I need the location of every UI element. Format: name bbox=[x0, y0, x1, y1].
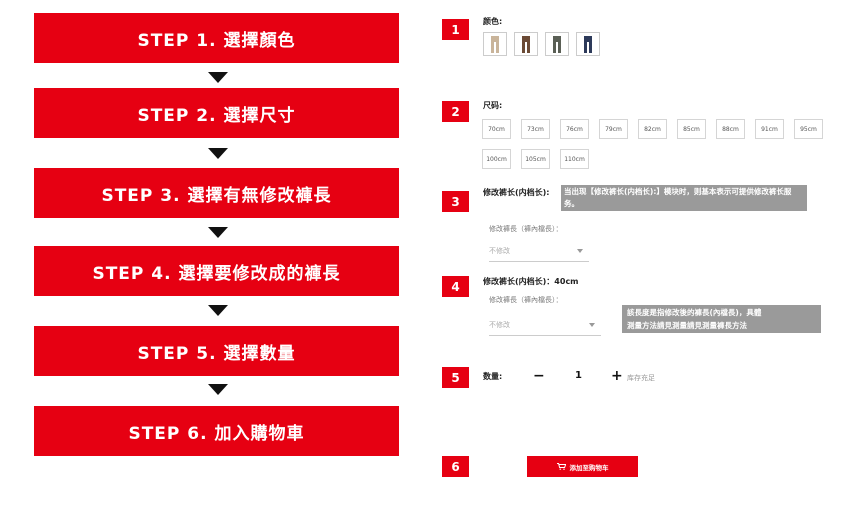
size-option[interactable]: 100cm bbox=[482, 149, 511, 169]
step-1-banner: STEP 1. 選擇顏色 bbox=[34, 13, 399, 63]
pants-icon bbox=[553, 36, 561, 53]
color-label: 颜色: bbox=[483, 17, 503, 26]
qty-label: 数量: bbox=[483, 372, 503, 381]
down-arrow-icon bbox=[208, 305, 228, 316]
badge-1: 1 bbox=[442, 19, 469, 40]
hem-note: 当出现【修改裤长(内档长):】模块时，则基本表示可提供修改裤长服务。 bbox=[561, 185, 807, 211]
hem-select-value: 不修改 bbox=[489, 246, 510, 255]
hem-length-select[interactable]: 不修改 bbox=[489, 314, 601, 336]
qty-value[interactable]: 1 bbox=[575, 370, 582, 381]
chevron-down-icon bbox=[577, 249, 583, 253]
badge-2: 2 bbox=[442, 101, 469, 122]
badge-4: 4 bbox=[442, 276, 469, 297]
qty-minus-button[interactable]: − bbox=[533, 369, 545, 383]
hem-length-select-value: 不修改 bbox=[489, 320, 510, 329]
hem-select[interactable]: 不修改 bbox=[489, 240, 589, 262]
step-6-banner: STEP 6. 加入購物車 bbox=[34, 406, 399, 456]
size-option[interactable]: 70cm bbox=[482, 119, 511, 139]
hem-sub-label: 修改褲長（褲內檔長）： bbox=[489, 225, 563, 233]
size-option[interactable]: 88cm bbox=[716, 119, 745, 139]
hem-length-note-line: 測量方法請見測量請見測量褲長方法 bbox=[627, 321, 747, 330]
step-3-banner: STEP 3. 選擇有無修改褲長 bbox=[34, 168, 399, 218]
hem-length-sub-label: 修改褲長（褲內檔長）： bbox=[489, 296, 563, 304]
add-to-cart-label: 添加至购物车 bbox=[569, 463, 609, 472]
size-option[interactable]: 79cm bbox=[599, 119, 628, 139]
size-option[interactable]: 85cm bbox=[677, 119, 706, 139]
add-to-cart-button[interactable]: 添加至购物车 bbox=[527, 456, 638, 477]
step-4-banner: STEP 4. 選擇要修改成的褲長 bbox=[34, 246, 399, 296]
badge-6: 6 bbox=[442, 456, 469, 477]
size-option[interactable]: 73cm bbox=[521, 119, 550, 139]
size-option[interactable]: 110cm bbox=[560, 149, 589, 169]
chevron-down-icon bbox=[589, 323, 595, 327]
step-2-banner: STEP 2. 選擇尺寸 bbox=[34, 88, 399, 138]
down-arrow-icon bbox=[208, 148, 228, 159]
pants-icon bbox=[491, 36, 499, 53]
size-option[interactable]: 95cm bbox=[794, 119, 823, 139]
size-label: 尺码: bbox=[483, 101, 503, 110]
hem-length-note-line: 該長度是指修改後的褲長(內檔長)，具體 bbox=[627, 308, 762, 317]
stock-status: 库存充足 bbox=[627, 374, 655, 382]
down-arrow-icon bbox=[208, 227, 228, 238]
qty-plus-button[interactable]: + bbox=[611, 369, 623, 383]
step-5-banner: STEP 5. 選擇數量 bbox=[34, 326, 399, 376]
pants-icon bbox=[584, 36, 592, 53]
size-option[interactable]: 91cm bbox=[755, 119, 784, 139]
size-option[interactable]: 105cm bbox=[521, 149, 550, 169]
badge-3: 3 bbox=[442, 191, 469, 212]
down-arrow-icon bbox=[208, 384, 228, 395]
hem-length-label: 修改裤长(内档长)：40cm bbox=[483, 277, 579, 286]
down-arrow-icon bbox=[208, 72, 228, 83]
color-swatch-navy[interactable] bbox=[576, 32, 600, 56]
size-option[interactable]: 76cm bbox=[560, 119, 589, 139]
color-swatch-brown[interactable] bbox=[514, 32, 538, 56]
cart-icon bbox=[556, 463, 566, 470]
size-option[interactable]: 82cm bbox=[638, 119, 667, 139]
hem-length-note: 該長度是指修改後的褲長(內檔長)，具體 測量方法請見測量請見測量褲長方法 bbox=[622, 305, 821, 333]
badge-5: 5 bbox=[442, 367, 469, 388]
color-swatch-olive[interactable] bbox=[545, 32, 569, 56]
color-swatch-beige[interactable] bbox=[483, 32, 507, 56]
pants-icon bbox=[522, 36, 530, 53]
hem-label: 修改裤长(内档长): bbox=[483, 188, 550, 197]
